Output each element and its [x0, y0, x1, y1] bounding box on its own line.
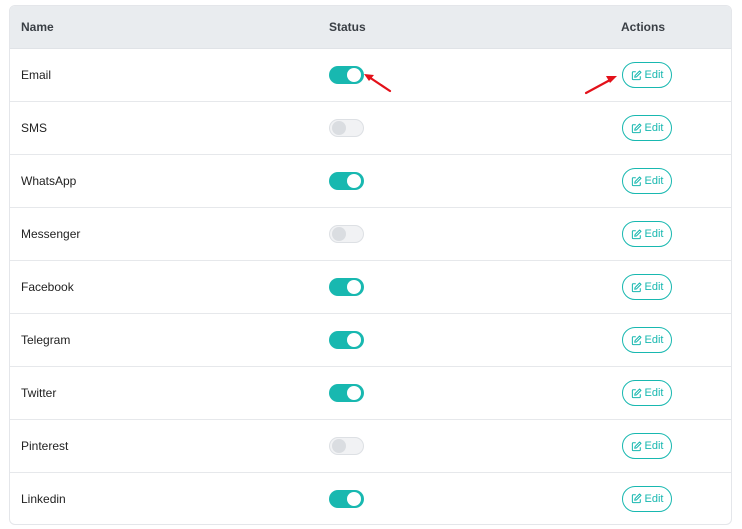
- edit-icon: [631, 493, 641, 504]
- actions-cell: Edit: [621, 274, 731, 300]
- actions-cell: Edit: [621, 115, 731, 141]
- edit-label: Edit: [644, 175, 664, 187]
- edit-icon: [631, 441, 641, 451]
- channel-name: Pinterest: [21, 439, 69, 453]
- actions-cell: Edit: [621, 327, 731, 353]
- status-toggle[interactable]: [329, 119, 364, 137]
- actions-cell: Edit: [621, 380, 731, 406]
- edit-button[interactable]: Edit: [622, 485, 672, 512]
- edit-button[interactable]: Edit: [622, 115, 672, 141]
- table-row: Pinterest Edit: [10, 420, 731, 473]
- status-toggle[interactable]: [329, 384, 364, 402]
- edit-label: Edit: [644, 228, 664, 240]
- status-toggle[interactable]: [329, 489, 364, 508]
- channel-name: Twitter: [21, 386, 57, 400]
- edit-button[interactable]: Edit: [622, 62, 672, 88]
- edit-icon: [631, 229, 641, 239]
- column-header-actions: Actions: [621, 20, 666, 34]
- toggle-knob: [332, 227, 346, 241]
- toggle-knob: [347, 280, 361, 294]
- column-header-status: Status: [329, 20, 366, 34]
- status-cell: [329, 437, 621, 455]
- edit-button[interactable]: Edit: [622, 168, 672, 194]
- channel-name: Messenger: [21, 227, 81, 241]
- edit-label: Edit: [644, 122, 664, 134]
- toggle-knob: [347, 491, 361, 506]
- edit-label: Edit: [644, 334, 664, 346]
- status-cell: [329, 278, 621, 296]
- edit-button[interactable]: Edit: [622, 221, 672, 247]
- status-toggle[interactable]: [329, 437, 364, 455]
- channel-name: Facebook: [21, 280, 74, 294]
- status-cell: [329, 489, 621, 508]
- edit-button[interactable]: Edit: [622, 380, 672, 406]
- edit-label: Edit: [644, 387, 664, 399]
- actions-cell: Edit: [621, 433, 731, 459]
- channel-name: WhatsApp: [21, 174, 77, 188]
- toggle-knob: [347, 68, 361, 82]
- table-row: WhatsApp Edit: [10, 155, 731, 208]
- status-cell: [329, 225, 621, 243]
- status-cell: [329, 331, 621, 349]
- status-cell: [329, 119, 621, 137]
- table-row: Facebook Edit: [10, 261, 731, 314]
- status-toggle[interactable]: [329, 278, 364, 296]
- actions-cell: Edit: [621, 62, 731, 88]
- toggle-knob: [332, 439, 346, 453]
- edit-label: Edit: [644, 69, 664, 81]
- table-row: SMS Edit: [10, 102, 731, 155]
- table-row: Telegram Edit: [10, 314, 731, 367]
- status-toggle[interactable]: [329, 66, 364, 84]
- channel-name: Telegram: [21, 333, 71, 347]
- table-header: Name Status Actions: [10, 6, 731, 49]
- status-toggle[interactable]: [329, 225, 364, 243]
- channel-name: Linkedin: [21, 491, 66, 506]
- edit-icon: [631, 388, 641, 398]
- toggle-knob: [332, 121, 346, 135]
- edit-button[interactable]: Edit: [622, 433, 672, 459]
- edit-button[interactable]: Edit: [622, 274, 672, 300]
- edit-label: Edit: [644, 281, 664, 293]
- annotation-arrow-status: [364, 74, 392, 93]
- edit-label: Edit: [644, 492, 664, 505]
- table-row: Twitter Edit: [10, 367, 731, 420]
- table-body: Email Edit SMS Edit WhatsApp Edit Messenger Edi…: [10, 49, 731, 524]
- edit-icon: [631, 282, 641, 292]
- edit-icon: [631, 123, 641, 133]
- edit-icon: [631, 70, 641, 80]
- status-cell: [329, 384, 621, 402]
- toggle-knob: [347, 333, 361, 347]
- actions-cell: Edit: [621, 485, 731, 512]
- channel-name: Email: [21, 68, 52, 82]
- actions-cell: Edit: [621, 221, 731, 247]
- status-toggle[interactable]: [329, 172, 364, 190]
- edit-icon: [631, 176, 641, 186]
- toggle-knob: [347, 174, 361, 188]
- table-row: Messenger Edit: [10, 208, 731, 261]
- annotation-arrow-edit: [584, 76, 617, 95]
- toggle-knob: [347, 386, 361, 400]
- edit-icon: [631, 335, 641, 345]
- edit-label: Edit: [644, 440, 664, 452]
- status-cell: [329, 172, 621, 190]
- actions-cell: Edit: [621, 168, 731, 194]
- column-header-name: Name: [21, 20, 54, 34]
- table-row: Linkedin Edit: [10, 473, 731, 524]
- status-toggle[interactable]: [329, 331, 364, 349]
- edit-button[interactable]: Edit: [622, 327, 672, 353]
- channel-name: SMS: [21, 121, 48, 135]
